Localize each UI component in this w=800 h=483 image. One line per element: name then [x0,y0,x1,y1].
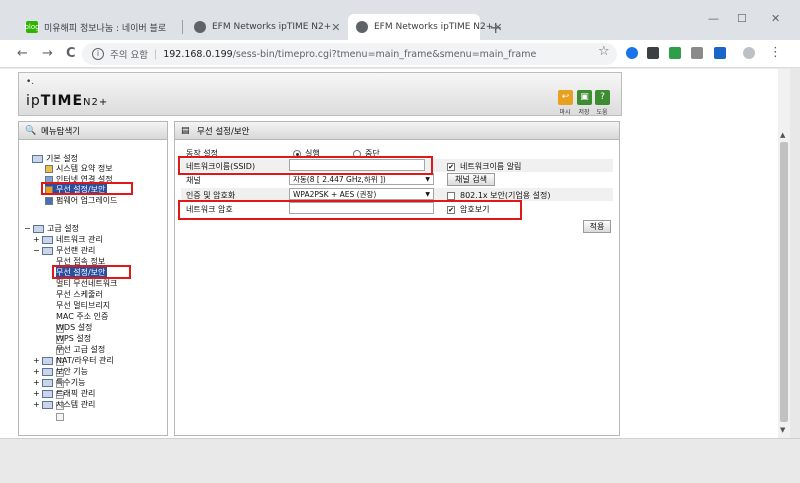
browser-toolbar: ← → C i 주의 요함 | 192.168.0.199 /sess-bin/… [0,40,800,68]
channel-search-button[interactable]: 채널 검색 [447,173,495,186]
tab-router-1[interactable]: EFM Networks ipTIME N2+ ✕ [186,14,346,40]
globe-icon [194,21,206,33]
tree-system-management[interactable]: + 시스템 관리 [33,399,95,410]
scroll-thumb[interactable] [780,142,788,422]
tree-wireless-multibridge[interactable]: 무선 멀티브리지 [56,300,110,377]
magnifier-icon: 🔍 [25,125,37,136]
iptime-logo: ipTIMEN2+ [26,93,109,109]
tree-wireless-advanced[interactable]: 무선 고급 설정 [56,344,105,421]
forward-button[interactable]: → [42,46,53,61]
tree-advanced-settings[interactable]: − 고급 설정 [24,223,79,234]
tab-title: EFM Networks ipTIME N2+ [374,22,494,32]
folder-icon [42,378,53,387]
dropdown-arrow-icon: ▼ [425,175,430,183]
extension-icon[interactable] [691,47,703,59]
bookmark-star-icon[interactable]: ☆ [598,44,610,59]
scroll-down-arrow-icon[interactable]: ▼ [780,426,785,434]
dropdown-arrow-icon: ▼ [425,190,430,198]
globe-icon [356,21,368,33]
tree-firmware-upgrade[interactable]: 펌웨어 업그레이드 [45,195,117,206]
extension-icon[interactable] [626,47,638,59]
back-button[interactable]: ← [17,46,28,61]
extension-icon[interactable] [647,47,659,59]
shield-extension-icon[interactable] [669,47,681,59]
ssid-broadcast-checkbox[interactable]: ✔ 네트워크이름 알림 [447,161,521,172]
settings-page-icon: ▤ [181,125,190,136]
folder-icon [42,389,53,398]
tree-wireless-scheduler[interactable]: 무선 스케줄러 [56,289,103,366]
reload-button[interactable]: C [66,46,76,61]
address-bar[interactable]: i 주의 요함 | 192.168.0.199 /sess-bin/timepr… [82,43,617,65]
chip-icon [45,196,53,205]
tree-nat-router[interactable]: + NAT/라우터 관리 [33,355,114,366]
highlight-menu-wireless-basic [41,182,133,195]
tree-wps-settings[interactable]: WPS 설정 [56,333,91,410]
apply-button[interactable]: 적용 [583,220,611,233]
folder-icon [42,400,53,409]
close-icon[interactable]: ✕ [331,21,340,34]
auth-select[interactable]: WPA2PSK + AES (권장) ▼ [289,188,434,200]
folder-icon [33,224,44,233]
help-icon[interactable]: ? [595,90,610,105]
blog-favicon-icon: blog [24,21,40,33]
help-label: 도움 [596,109,608,116]
folder-icon [32,154,43,163]
menu-kebab-icon[interactable]: ⋮ [769,45,782,60]
minimize-button[interactable]: — [708,12,719,25]
tree-wds-settings[interactable]: WDS 설정 [56,322,92,399]
scroll-up-arrow-icon[interactable]: ▲ [780,131,785,139]
restart-icon[interactable]: ↩ [558,90,573,105]
security-status: 주의 요함 [110,50,148,61]
url-path: /sess-bin/timepro.cgi?tmenu=main_frame&s… [232,48,537,60]
url-host: 192.168.0.199 [163,48,233,60]
chart-icon [45,164,53,173]
menu-explorer-header: 🔍 메뉴탐색기 [19,122,167,140]
highlight-password [178,200,522,220]
folder-icon [42,235,53,244]
save-label: 저장 [578,109,590,116]
logo-dots: •. [26,77,35,87]
profile-avatar-icon[interactable] [743,47,755,59]
shield-extension-icon[interactable] [714,47,726,59]
folder-icon [42,356,53,365]
save-icon[interactable]: ▣ [577,90,592,105]
page-icon [56,413,64,421]
restart-label: 마시 [559,109,571,116]
tree-wireless-management[interactable]: − 무선랜 관리 [33,245,95,256]
info-icon[interactable]: i [92,48,104,60]
wireless-settings-header: ▤ 무선 설정/보안 [175,122,619,140]
lock-folder-icon [42,367,53,376]
tab-title: 미유해피 정보나눔 : 네이버 블로 [44,23,167,34]
folder-icon [42,246,53,255]
tab-title: EFM Networks ipTIME N2+ [212,22,332,32]
tree-mac-auth[interactable]: MAC 주소 인증 [56,311,108,388]
browser-tab-bar: blog 미유해피 정보나눔 : 네이버 블로 EFM Networks ipT… [0,0,800,40]
highlight-menu-wireless-security [52,265,131,279]
router-header: •. ipTIMEN2+ [18,72,622,116]
wireless-settings-title: 무선 설정/보안 [197,126,250,137]
tree-system-summary[interactable]: 시스템 요약 정보 [45,163,113,174]
tree-security[interactable]: + 보안 기능 [33,366,88,377]
menu-explorer-title: 메뉴탐색기 [41,126,81,137]
tab-router-2[interactable]: EFM Networks ipTIME N2+ ✕ [348,14,503,40]
tree-multi-wireless[interactable]: 멀티 무선네트워크 [56,278,117,355]
tab-blog[interactable]: blog 미유해피 정보나눔 : 네이버 블로 [18,14,180,40]
maximize-button[interactable]: ☐ [737,12,747,25]
highlight-ssid [178,156,433,175]
tree-traffic[interactable]: + 트래픽 관리 [33,388,95,399]
tree-network-management[interactable]: + 네트워크 관리 [33,234,103,245]
close-window-button[interactable]: ✕ [771,12,780,25]
new-tab-button[interactable]: + [489,18,502,37]
tree-special[interactable]: + 특수기능 [33,377,85,388]
window-bottom-area [0,438,800,483]
